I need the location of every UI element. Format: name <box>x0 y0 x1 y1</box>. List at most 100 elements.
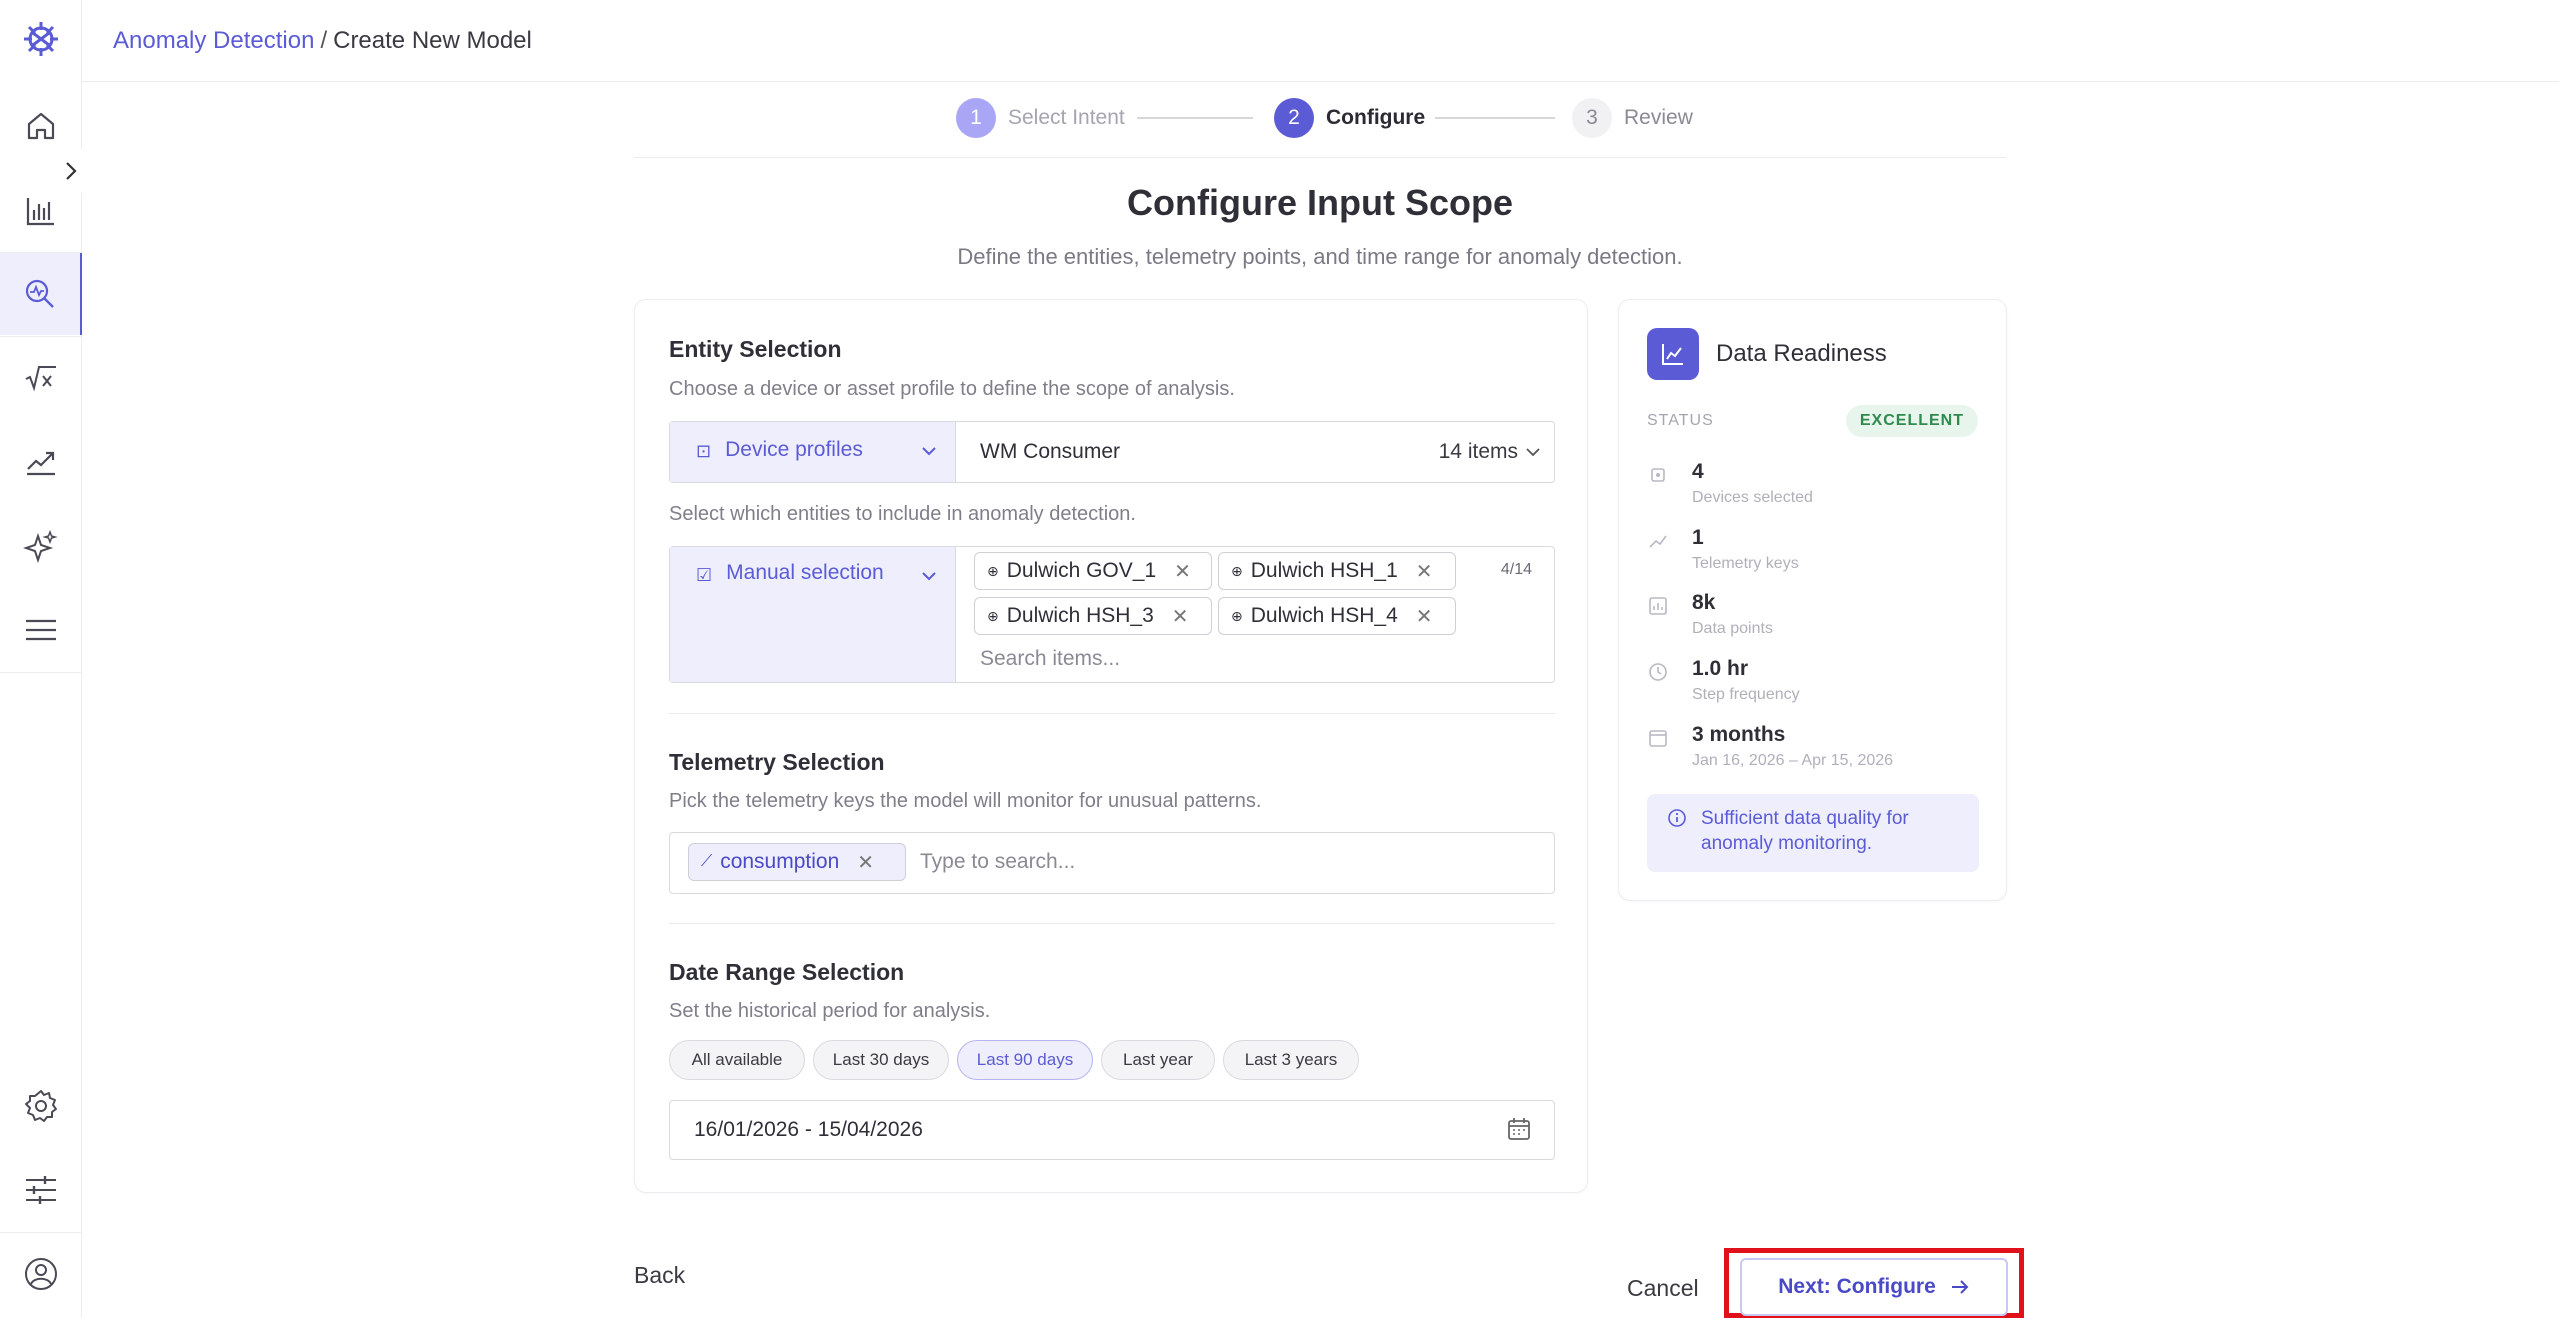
metric-value: 4 <box>1692 460 1704 483</box>
metric-data-points: 8k Data points <box>1647 591 1987 647</box>
profile-type-dropdown[interactable]: ⊡ Device profiles <box>670 422 956 482</box>
status-label: STATUS <box>1647 412 1714 429</box>
device-icon: ⊕ <box>987 607 999 624</box>
step-number: 1 <box>956 98 996 138</box>
configuration-card: Entity Selection Choose a device or asse… <box>634 299 1588 1193</box>
clock-icon <box>1649 663 1667 681</box>
top-header: Anomaly Detection / Create New Model <box>82 0 2559 82</box>
entity-chip-label: Dulwich HSH_1 <box>1250 559 1398 582</box>
remove-chip-icon[interactable]: ✕ <box>1416 559 1433 584</box>
trend-icon: ⟋ <box>701 853 713 870</box>
menu-icon <box>26 619 56 641</box>
profile-value-select[interactable]: WM Consumer 14 items <box>956 422 1554 482</box>
user-icon <box>25 1258 57 1290</box>
sidebar-item-settings[interactable] <box>0 1065 82 1147</box>
device-icon <box>1651 468 1665 482</box>
step-review[interactable]: 3 Review <box>1572 98 1693 138</box>
entities-desc: Select which entities to include in anom… <box>669 503 1136 525</box>
sidebar <box>0 0 89 1318</box>
sidebar-item-menu[interactable] <box>0 589 82 671</box>
arrow-right-icon <box>1951 1280 1969 1294</box>
step-connector <box>1137 117 1253 119</box>
data-readiness-panel: Data Readiness STATUS EXCELLENT 4 Device… <box>1618 299 2007 901</box>
date-range-input[interactable]: 16/01/2026 - 15/04/2026 <box>669 1100 1555 1160</box>
date-range-desc: Set the historical period for analysis. <box>669 1000 991 1022</box>
calendar-icon <box>1649 730 1667 747</box>
sidebar-item-account[interactable] <box>0 1233 82 1315</box>
sqrt-x-icon <box>25 366 56 392</box>
entity-chip: ⊕ Dulwich HSH_1 ✕ <box>1218 552 1456 590</box>
telemetry-multiselect[interactable]: ⟋ consumption ✕ Type to search... <box>669 832 1555 894</box>
preset-last-90-days[interactable]: Last 90 days <box>957 1040 1093 1080</box>
chart-icon <box>1649 597 1667 615</box>
back-button[interactable]: Back <box>634 1262 685 1289</box>
device-icon: ⊕ <box>1231 562 1243 579</box>
sliders-icon <box>26 1176 56 1204</box>
device-icon: ⊕ <box>987 562 999 579</box>
preset-last-3-years[interactable]: Last 3 years <box>1223 1040 1359 1080</box>
telemetry-selection-desc: Pick the telemetry keys the model will m… <box>669 790 1262 812</box>
step-configure[interactable]: 2 Configure <box>1274 98 1425 138</box>
readiness-info-text: Sufficient data quality for anomaly moni… <box>1701 808 1909 854</box>
telemetry-selection-title: Telemetry Selection <box>669 749 885 775</box>
entity-chip-label: Dulwich HSH_4 <box>1250 604 1398 627</box>
date-range-title: Date Range Selection <box>669 959 905 985</box>
metric-telemetry-keys: 1 Telemetry keys <box>1647 526 1987 582</box>
breadcrumb-current: Create New Model <box>333 26 532 54</box>
step-label: Select Intent <box>1008 106 1125 129</box>
preset-all-available[interactable]: All available <box>669 1040 805 1080</box>
remove-chip-icon[interactable]: ✕ <box>1174 559 1191 584</box>
section-divider <box>669 923 1555 924</box>
device-icon: ⊕ <box>1231 607 1243 624</box>
telemetry-chip-label: consumption <box>720 850 840 873</box>
preset-last-year[interactable]: Last year <box>1101 1040 1215 1080</box>
breadcrumb-separator: / <box>320 26 328 54</box>
preset-last-30-days[interactable]: Last 30 days <box>813 1040 949 1080</box>
chevron-down-icon <box>1526 448 1540 457</box>
telemetry-search-input[interactable]: Type to search... <box>920 850 1075 874</box>
selection-mode-label: Manual selection <box>726 561 884 584</box>
sidebar-item-ai-insights[interactable] <box>0 505 82 587</box>
cancel-button[interactable]: Cancel <box>1627 1275 1699 1302</box>
app-logo-icon[interactable] <box>21 19 61 59</box>
device-icon: ⊡ <box>696 441 712 461</box>
entity-search-input[interactable]: Search items... <box>980 647 1120 671</box>
metric-label: Telemetry keys <box>1692 555 1799 572</box>
info-icon <box>1668 809 1686 827</box>
metric-devices: 4 Devices selected <box>1647 460 1987 516</box>
next-configure-button[interactable]: Next: Configure <box>1740 1258 2008 1316</box>
metric-value: 3 months <box>1692 723 1786 746</box>
readiness-chart-icon <box>1647 328 1699 380</box>
telemetry-chip: ⟋ consumption ✕ <box>688 843 906 881</box>
remove-chip-icon[interactable]: ✕ <box>1416 604 1433 629</box>
breadcrumb-anomaly-detection[interactable]: Anomaly Detection <box>113 27 314 55</box>
sidebar-item-formulas[interactable] <box>0 337 82 419</box>
metric-value: 8k <box>1692 591 1716 614</box>
profile-value: WM Consumer <box>980 440 1121 463</box>
profile-count: 14 items <box>1438 440 1518 463</box>
entity-selector: ☑ Manual selection ⊕ Dulwich GOV_1 ✕ ⊕ D… <box>669 546 1555 683</box>
step-select-intent[interactable]: 1 Select Intent <box>956 98 1125 138</box>
selection-mode-dropdown[interactable]: ☑ Manual selection <box>670 547 956 682</box>
remove-chip-icon[interactable]: ✕ <box>1172 604 1189 629</box>
chevron-right-icon <box>66 162 77 180</box>
profile-selector: ⊡ Device profiles WM Consumer 14 items <box>669 421 1555 483</box>
wizard-stepper: 1 Select Intent 2 Configure 3 Review <box>634 92 2006 158</box>
sidebar-item-preferences[interactable] <box>0 1149 82 1231</box>
search-analytics-icon <box>25 279 54 308</box>
trend-up-icon <box>27 451 55 476</box>
page-subtitle: Define the entities, telemetry points, a… <box>957 244 1683 269</box>
sidebar-item-anomaly-detection[interactable] <box>0 253 82 335</box>
page-title: Configure Input Scope <box>1127 182 1513 223</box>
remove-chip-icon[interactable]: ✕ <box>857 850 874 875</box>
sidebar-item-trends[interactable] <box>0 421 82 503</box>
calendar-icon[interactable] <box>1506 1116 1532 1142</box>
entity-selection-desc: Choose a device or asset profile to defi… <box>669 378 1235 400</box>
metric-label: Data points <box>1692 620 1773 637</box>
sidebar-expand-button[interactable] <box>53 149 89 193</box>
home-icon <box>27 112 55 140</box>
entity-multiselect[interactable]: ⊕ Dulwich GOV_1 ✕ ⊕ Dulwich HSH_1 ✕ ⊕ Du… <box>956 547 1554 682</box>
entity-chip: ⊕ Dulwich HSH_4 ✕ <box>1218 597 1456 635</box>
checklist-icon: ☑ <box>696 565 713 585</box>
chevron-down-icon <box>922 447 936 456</box>
